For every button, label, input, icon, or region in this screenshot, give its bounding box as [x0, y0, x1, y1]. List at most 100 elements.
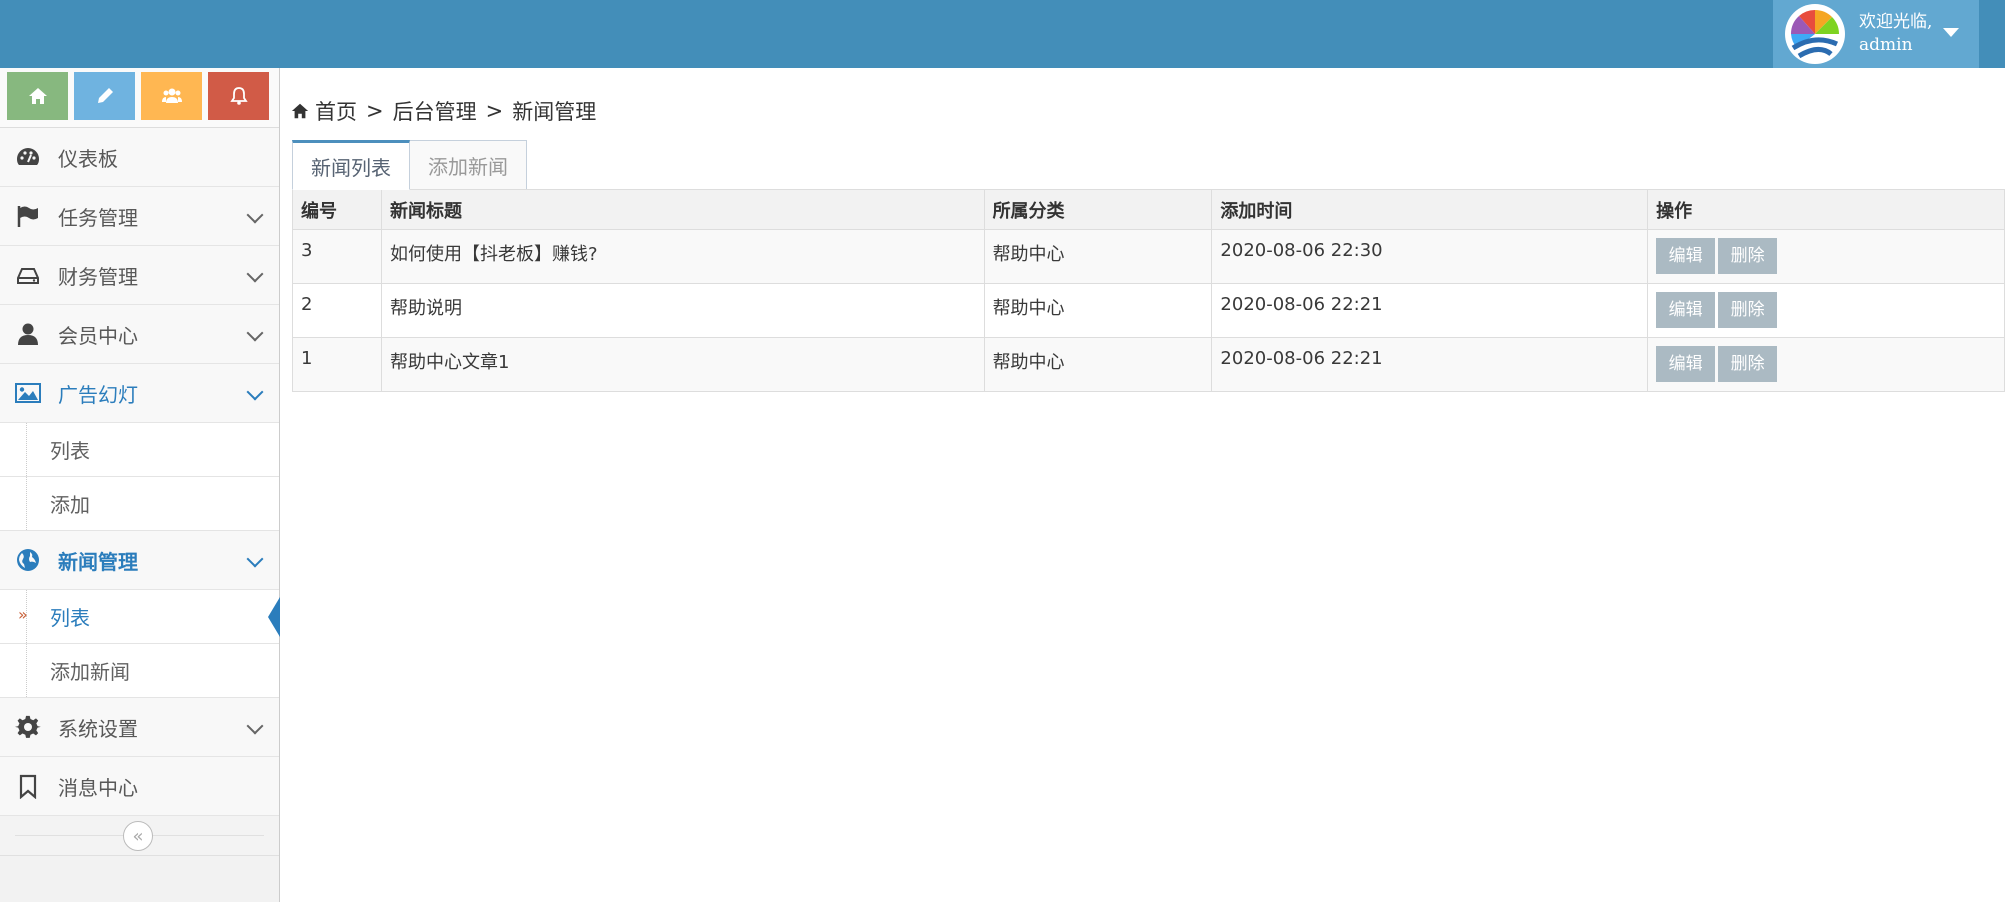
sidebar-collapse-button[interactable]: «: [123, 821, 153, 851]
sidebar-label-tasks: 任务管理: [58, 205, 138, 230]
sidebar-label-news: 新闻管理: [58, 549, 138, 574]
chevron-down-icon: [246, 265, 264, 283]
main-content: 首页 > 后台管理 > 新闻管理 新闻列表 添加新闻 编号 新闻标题 所属分类 …: [281, 68, 2005, 902]
cell-title: 帮助中心文章1: [380, 337, 985, 392]
sidebar-shortcuts: [0, 68, 279, 128]
table-row: 1 帮助中心文章1 帮助中心 2020-08-06 22:21 编辑 删除: [292, 337, 2005, 392]
news-table-container: 编号 新闻标题 所属分类 添加时间 操作 3 如何使用【抖老板】赚钱? 帮助中心…: [292, 189, 2005, 392]
breadcrumb-admin[interactable]: 后台管理: [393, 96, 477, 126]
user-menu[interactable]: 欢迎光临, admin: [1773, 0, 1979, 68]
caret-down-icon: [1943, 28, 1959, 37]
sidebar-subitem-ads-add[interactable]: 添加: [0, 477, 279, 531]
sidebar-sublabel-news-add: 添加新闻: [50, 660, 130, 684]
sidebar-item-settings[interactable]: 系统设置: [0, 698, 279, 757]
edit-button[interactable]: 编辑: [1656, 346, 1716, 382]
cell-category: 帮助中心: [983, 229, 1213, 284]
shortcut-notifications-button[interactable]: [208, 72, 269, 120]
news-table: 编号 新闻标题 所属分类 添加时间 操作 3 如何使用【抖老板】赚钱? 帮助中心…: [292, 189, 2005, 392]
sidebar-label-messages: 消息中心: [58, 775, 138, 800]
dashboard-icon: [13, 142, 43, 172]
tab-bar: 新闻列表 添加新闻: [292, 140, 527, 190]
home-icon: [291, 103, 309, 119]
sidebar-label-finance: 财务管理: [58, 264, 138, 289]
sidebar-item-tasks[interactable]: 任务管理: [0, 187, 279, 246]
sidebar-label-members: 会员中心: [58, 323, 138, 348]
sidebar-item-ads[interactable]: 广告幻灯: [0, 364, 279, 423]
welcome-text: 欢迎光临,: [1859, 12, 1933, 32]
user-icon: [13, 319, 43, 349]
picture-icon: [13, 378, 43, 408]
cell-actions: 编辑 删除: [1647, 229, 2005, 284]
breadcrumb: 首页 > 后台管理 > 新闻管理: [291, 96, 596, 126]
cell-time: 2020-08-06 22:21: [1211, 283, 1649, 338]
sidebar-sublabel-ads-add: 添加: [50, 493, 90, 517]
table-row: 3 如何使用【抖老板】赚钱? 帮助中心 2020-08-06 22:30 编辑删…: [292, 229, 2005, 284]
bell-icon: [229, 87, 248, 105]
user-greeting: 欢迎光临, admin: [1859, 11, 1932, 57]
hdd-icon: [13, 260, 43, 290]
table-header-row: 编号 新闻标题 所属分类 添加时间 操作: [292, 189, 2005, 230]
sidebar-label-dashboard: 仪表板: [58, 146, 118, 171]
column-header-category: 所属分类: [983, 189, 1213, 230]
pencil-icon: [97, 88, 113, 103]
delete-button[interactable]: 删除: [1718, 238, 1778, 274]
active-indicator: [268, 597, 280, 637]
bookmark-icon: [13, 771, 43, 801]
sidebar-subitem-news-list[interactable]: » 列表: [0, 590, 280, 644]
home-icon: [28, 88, 47, 104]
sidebar-item-news[interactable]: 新闻管理: [0, 531, 279, 590]
sidebar-subitem-news-add[interactable]: 添加新闻: [0, 644, 279, 698]
cell-title: 帮助说明: [380, 283, 985, 338]
chevron-down-icon: [246, 206, 264, 224]
globe-icon: [13, 545, 43, 575]
sidebar-item-dashboard[interactable]: 仪表板: [0, 128, 279, 187]
users-icon: [161, 88, 182, 103]
cell-actions: 编辑 删除: [1647, 283, 2005, 338]
top-navbar: 欢迎光临, admin: [0, 0, 2005, 68]
cell-id: 2: [292, 283, 382, 338]
cell-category: 帮助中心: [983, 283, 1213, 338]
gear-icon: [13, 712, 43, 742]
cell-id: 3: [292, 229, 382, 284]
shortcut-edit-button[interactable]: [74, 72, 135, 120]
column-header-time: 添加时间: [1211, 189, 1649, 230]
sidebar-sublabel-news-list: 列表: [50, 606, 90, 630]
cell-actions: 编辑 删除: [1647, 337, 2005, 392]
breadcrumb-separator: >: [485, 99, 504, 123]
sidebar-item-members[interactable]: 会员中心: [0, 305, 279, 364]
delete-button[interactable]: 删除: [1718, 346, 1778, 382]
sidebar-sublabel-ads-list: 列表: [50, 439, 90, 463]
chevron-down-icon: [246, 383, 264, 401]
column-header-actions: 操作: [1647, 189, 2005, 230]
sidebar-item-finance[interactable]: 财务管理: [0, 246, 279, 305]
tab-add-news[interactable]: 添加新闻: [409, 140, 527, 190]
double-angle-left-icon: «: [132, 825, 144, 847]
cell-category: 帮助中心: [983, 337, 1213, 392]
username-text: admin: [1859, 35, 1913, 55]
cell-time: 2020-08-06 22:30: [1211, 229, 1649, 284]
column-header-title: 新闻标题: [380, 189, 985, 230]
tab-news-list[interactable]: 新闻列表: [292, 140, 410, 190]
sidebar-label-settings: 系统设置: [58, 716, 138, 741]
breadcrumb-current: 新闻管理: [512, 100, 597, 124]
double-angle-right-icon: »: [18, 605, 28, 624]
edit-button[interactable]: 编辑: [1656, 292, 1716, 328]
column-header-id: 编号: [292, 189, 382, 230]
shortcut-home-button[interactable]: [7, 72, 68, 120]
chevron-down-icon: [246, 717, 264, 735]
breadcrumb-home[interactable]: 首页: [315, 96, 357, 126]
sidebar-collapse-bar: «: [0, 816, 279, 856]
delete-button[interactable]: 删除: [1718, 292, 1778, 328]
edit-button[interactable]: 编辑: [1656, 238, 1716, 274]
table-row: 2 帮助说明 帮助中心 2020-08-06 22:21 编辑 删除: [292, 283, 2005, 338]
shortcut-users-button[interactable]: [141, 72, 202, 120]
sidebar-item-messages[interactable]: 消息中心: [0, 757, 279, 816]
chevron-down-icon: [246, 324, 264, 342]
breadcrumb-separator: >: [366, 99, 384, 123]
sidebar-label-ads: 广告幻灯: [58, 382, 138, 407]
sidebar-subitem-ads-list[interactable]: 列表: [0, 423, 279, 477]
cell-id: 1: [292, 337, 382, 392]
sidebar: 仪表板 任务管理 财务管理 会员中心 广告幻灯 列表 添加 新闻管理 » 列表 …: [0, 68, 280, 902]
flag-icon: [13, 201, 43, 231]
cell-title: 如何使用【抖老板】赚钱?: [380, 229, 985, 284]
